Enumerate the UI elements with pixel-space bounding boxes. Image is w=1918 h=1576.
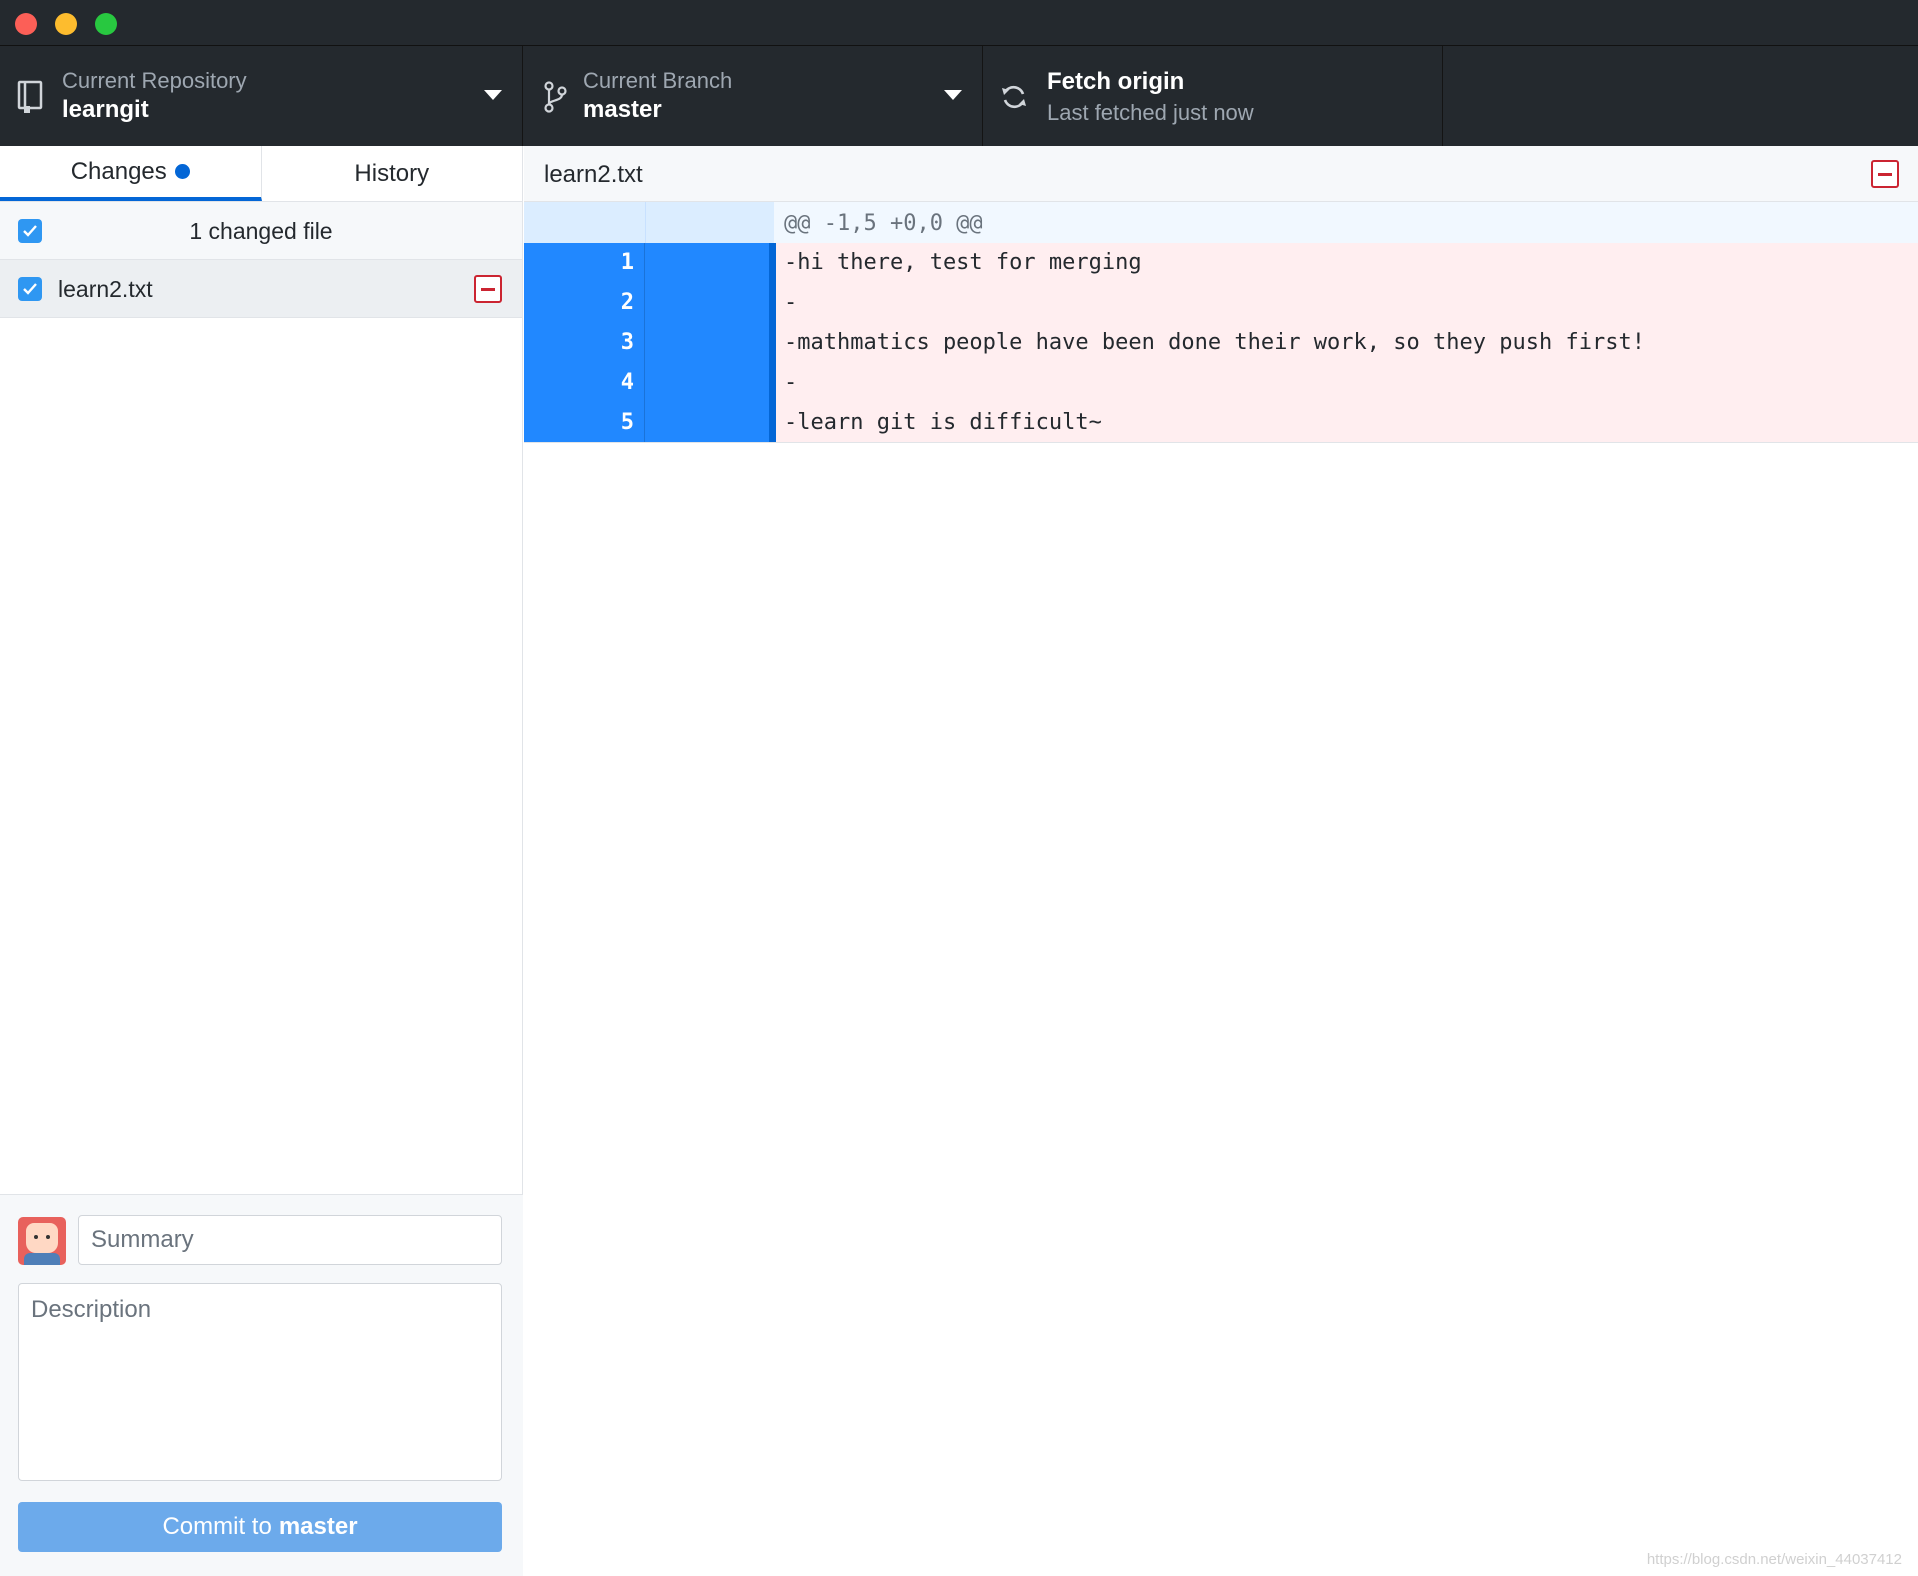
fetch-origin-title: Fetch origin xyxy=(1047,68,1185,95)
commit-button[interactable]: Commit to master xyxy=(18,1502,502,1552)
commit-description-input[interactable] xyxy=(18,1283,502,1481)
window-zoom-button[interactable] xyxy=(95,13,117,35)
diff-line-text: - xyxy=(784,370,798,395)
avatar-eye xyxy=(34,1235,38,1239)
last-fetched-status: Last fetched just now xyxy=(1047,100,1254,125)
line-selection-bar xyxy=(769,363,776,403)
sidebar-tabs: Changes History xyxy=(0,146,522,202)
changed-file-row[interactable]: learn2.txt xyxy=(0,260,522,318)
new-line-number[interactable] xyxy=(645,283,769,323)
sync-icon xyxy=(1002,85,1026,109)
diff-line-deleted[interactable]: 5 -learn git is difficult~ xyxy=(524,403,1918,443)
commit-button-branch: master xyxy=(278,1513,358,1540)
window-minimize-button[interactable] xyxy=(55,13,77,35)
window-title-bar xyxy=(0,0,1918,46)
changed-file-name: learn2.txt xyxy=(58,276,153,302)
diff-line-deleted[interactable]: 2 - xyxy=(524,283,1918,323)
new-line-number[interactable] xyxy=(645,243,769,283)
diff-view: learn2.txt @@ -1,5 +0,0 @@ 1 -hi there, … xyxy=(524,146,1918,1576)
current-branch-button[interactable]: Current Branch master xyxy=(523,46,983,146)
new-line-number[interactable] xyxy=(645,323,769,363)
changed-files-header: 1 changed file xyxy=(0,202,522,260)
old-line-number[interactable]: 1 xyxy=(524,243,644,283)
current-repository-label: Current Repository xyxy=(62,68,247,93)
app-toolbar: Current Repository learngit Current Bran… xyxy=(0,46,1918,146)
commit-message-area: Commit to master xyxy=(0,1194,523,1576)
changed-files-count: 1 changed file xyxy=(189,218,333,244)
tab-history-label: History xyxy=(354,159,430,187)
commit-button-prefix: Commit to xyxy=(162,1513,272,1540)
new-line-number[interactable] xyxy=(645,403,769,442)
hunk-gutter[interactable] xyxy=(524,202,774,243)
window-close-button[interactable] xyxy=(15,13,37,35)
current-branch-label: Current Branch xyxy=(583,68,733,93)
diff-file-name: learn2.txt xyxy=(544,161,643,188)
tab-history[interactable]: History xyxy=(262,146,523,201)
current-repository-button[interactable]: Current Repository learngit xyxy=(0,46,523,146)
chevron-down-icon xyxy=(484,90,502,100)
watermark: https://blog.csdn.net/weixin_44037412 xyxy=(1646,1551,1902,1568)
avatar-shirt xyxy=(24,1253,60,1265)
changes-sidebar: Changes History 1 changed file learn2.tx… xyxy=(0,146,523,1576)
diff-line-text: - xyxy=(784,290,798,315)
old-line-number[interactable]: 4 xyxy=(524,363,644,403)
file-removed-icon xyxy=(474,275,502,303)
diff-lines: @@ -1,5 +0,0 @@ 1 -hi there, test for me… xyxy=(524,202,1918,443)
chevron-down-icon xyxy=(944,90,962,100)
file-removed-icon xyxy=(1871,160,1899,188)
diff-line-deleted[interactable]: 1 -hi there, test for merging xyxy=(524,243,1918,283)
diff-line-deleted[interactable]: 3 -mathmatics people have been done thei… xyxy=(524,323,1918,363)
avatar-eye xyxy=(46,1235,50,1239)
checkmark-icon xyxy=(23,283,37,295)
line-selection-bar xyxy=(769,283,776,323)
file-include-checkbox[interactable] xyxy=(18,277,42,301)
current-repository-name: learngit xyxy=(62,96,149,123)
line-selection-bar xyxy=(769,323,776,363)
hunk-header-row: @@ -1,5 +0,0 @@ xyxy=(524,202,1918,243)
commit-summary-input[interactable] xyxy=(78,1215,502,1265)
fetch-origin-button[interactable]: Fetch origin Last fetched just now xyxy=(983,46,1443,146)
tab-changes[interactable]: Changes xyxy=(0,146,262,201)
diff-line-deleted[interactable]: 4 - xyxy=(524,363,1918,403)
avatar xyxy=(18,1217,66,1265)
avatar-face xyxy=(26,1223,58,1253)
line-selection-bar xyxy=(769,243,776,283)
old-line-number[interactable]: 3 xyxy=(524,323,644,363)
line-selection-bar xyxy=(769,403,776,442)
current-branch-name: master xyxy=(583,96,662,123)
changes-indicator-dot xyxy=(174,164,190,179)
git-branch-icon xyxy=(544,81,567,113)
diff-header: learn2.txt xyxy=(524,146,1918,202)
old-line-number[interactable]: 5 xyxy=(524,403,644,442)
old-line-number[interactable]: 2 xyxy=(524,283,644,323)
new-line-number[interactable] xyxy=(645,363,769,403)
diff-line-text: -learn git is difficult~ xyxy=(784,410,1102,435)
tab-changes-label: Changes xyxy=(70,157,167,185)
diff-line-text: -mathmatics people have been done their … xyxy=(784,330,1645,355)
repo-icon xyxy=(17,80,43,113)
hunk-header-text: @@ -1,5 +0,0 @@ xyxy=(784,211,983,236)
diff-line-text: -hi there, test for merging xyxy=(784,250,1142,275)
